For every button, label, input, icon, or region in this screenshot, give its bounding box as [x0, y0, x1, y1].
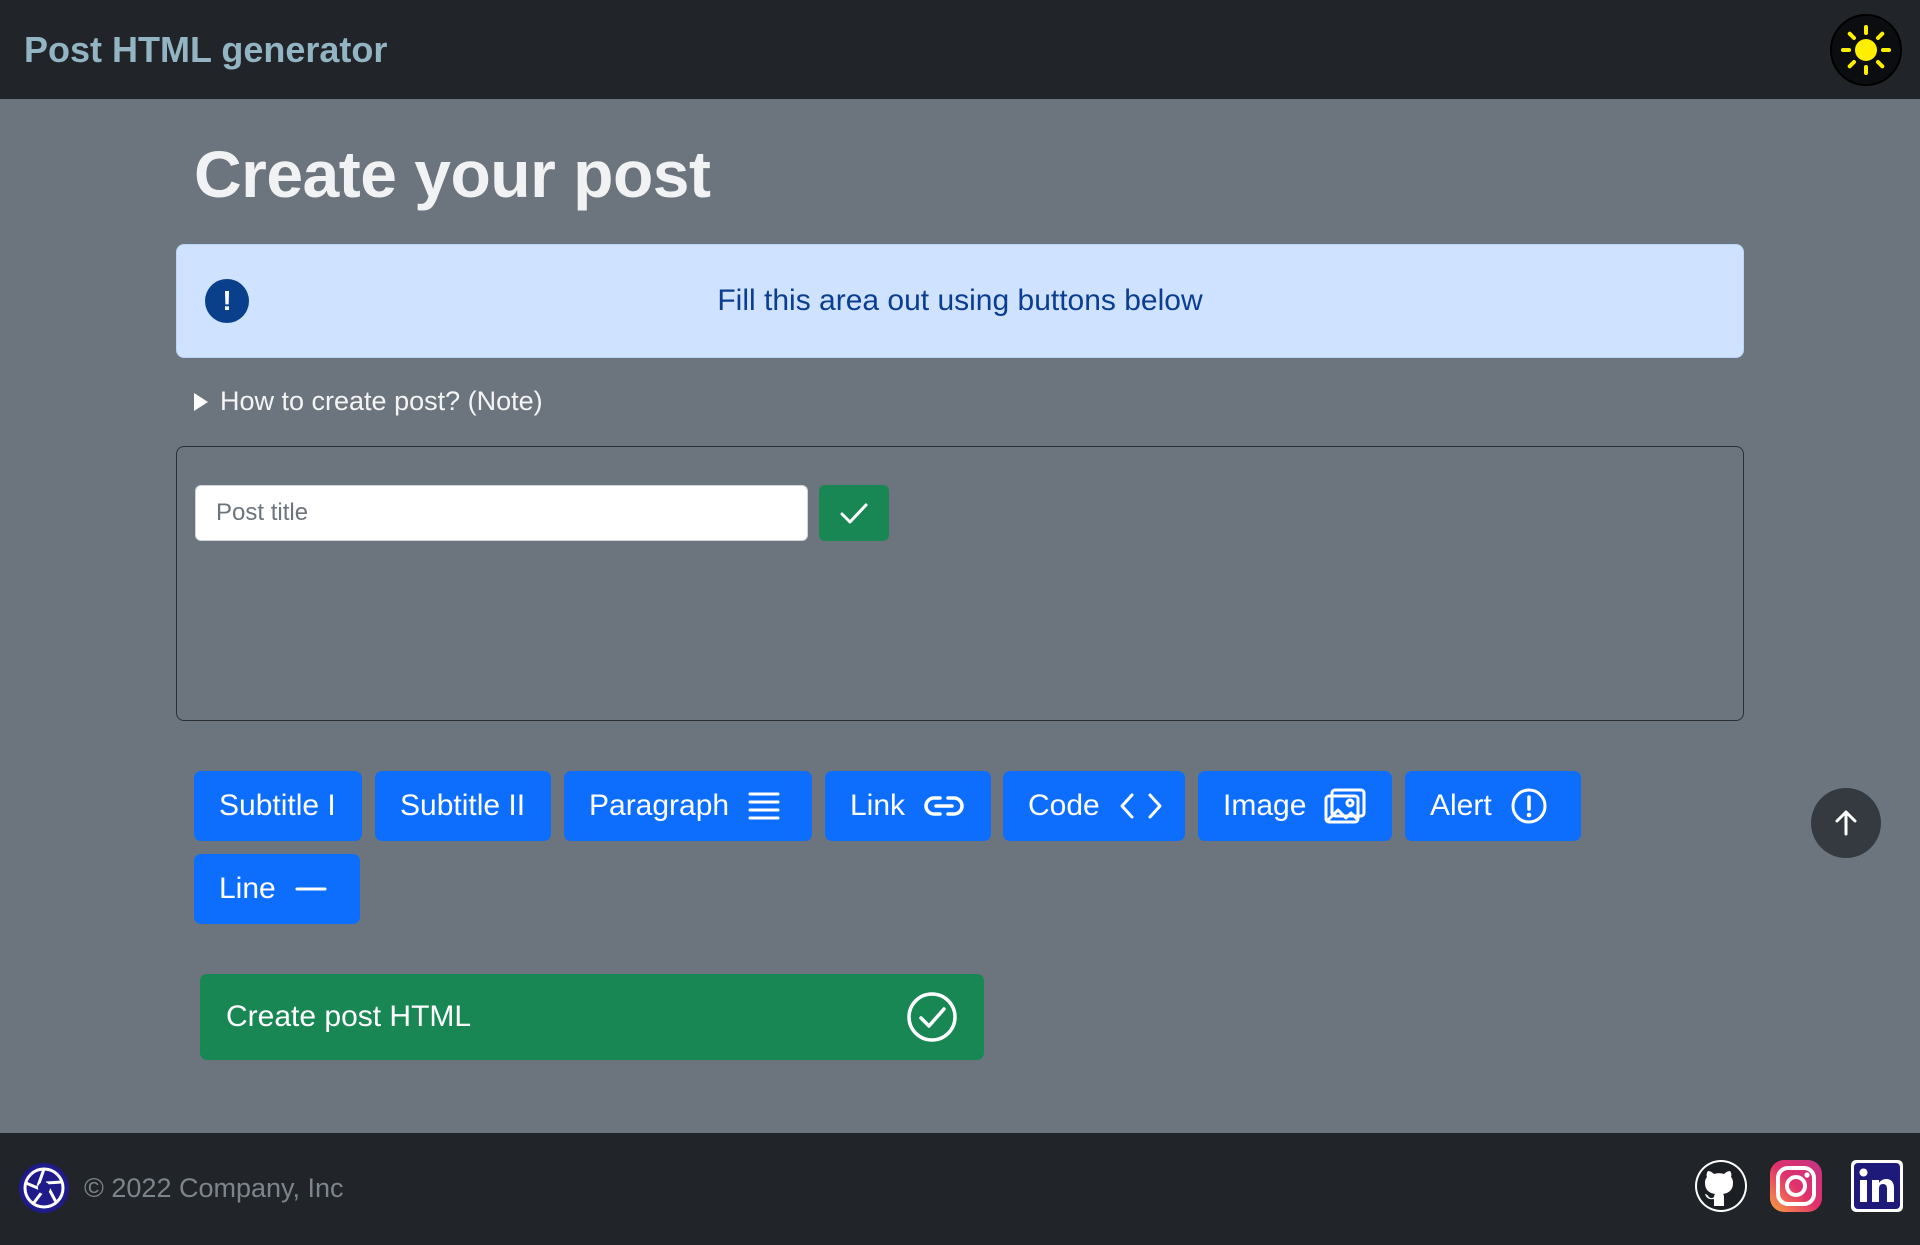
check-icon [840, 503, 868, 524]
alert-button[interactable]: Alert [1405, 771, 1581, 841]
image-icon [1324, 788, 1366, 824]
line-button[interactable]: Line [194, 854, 360, 924]
check-circle-icon [907, 992, 957, 1042]
button-label: Subtitle I [219, 789, 336, 822]
button-label: Code [1028, 789, 1100, 822]
link-button[interactable]: Link [825, 771, 991, 841]
code-button[interactable]: Code [1003, 771, 1185, 841]
paragraph-button[interactable]: Paragraph [564, 771, 812, 841]
instagram-icon[interactable] [1769, 1159, 1823, 1213]
button-label: Subtitle II [400, 789, 526, 822]
button-label: Paragraph [589, 789, 730, 822]
button-label: Link [850, 789, 906, 822]
text-lines-icon [748, 792, 780, 820]
info-alert: ! Fill this area out using buttons below [176, 244, 1744, 358]
triangle-right-icon [194, 392, 208, 411]
image-button[interactable]: Image [1198, 771, 1392, 841]
code-icon [1120, 793, 1162, 819]
note-toggle[interactable]: How to create post? (Note) [194, 386, 543, 417]
sun-icon [1841, 24, 1891, 75]
button-label: Create post HTML [226, 1000, 472, 1033]
brand-title[interactable]: Post HTML generator [24, 29, 387, 71]
post-title-input[interactable] [195, 485, 808, 541]
github-icon[interactable] [1694, 1159, 1748, 1213]
post-editor-area [176, 446, 1744, 721]
subtitle-1-button[interactable]: Subtitle I [194, 771, 362, 841]
dash-icon [295, 887, 327, 891]
button-label: Image [1223, 789, 1307, 822]
navbar: Post HTML generator [0, 0, 1920, 99]
confirm-title-button[interactable] [819, 485, 889, 541]
scroll-to-top-button[interactable] [1811, 788, 1881, 858]
note-summary: How to create post? (Note) [220, 386, 543, 416]
link-icon [924, 796, 964, 816]
subtitle-2-button[interactable]: Subtitle II [375, 771, 551, 841]
camera-shutter-logo-icon[interactable] [18, 1162, 70, 1214]
page-title: Create your post [194, 137, 711, 211]
button-label: Alert [1430, 789, 1492, 822]
theme-toggle-button[interactable] [1830, 13, 1902, 86]
button-label: Line [219, 872, 276, 905]
copyright-text: © 2022 Company, Inc [84, 1173, 344, 1203]
exclamation-circle-icon: ! [205, 279, 249, 323]
create-post-html-button[interactable]: Create post HTML [200, 974, 984, 1060]
exclamation-circle-icon [1511, 788, 1547, 824]
alert-text: Fill this area out using buttons below [717, 284, 1203, 317]
arrow-up-icon [1835, 810, 1857, 836]
linkedin-icon[interactable] [1850, 1159, 1904, 1213]
footer: © 2022 Company, Inc [0, 1133, 1920, 1245]
